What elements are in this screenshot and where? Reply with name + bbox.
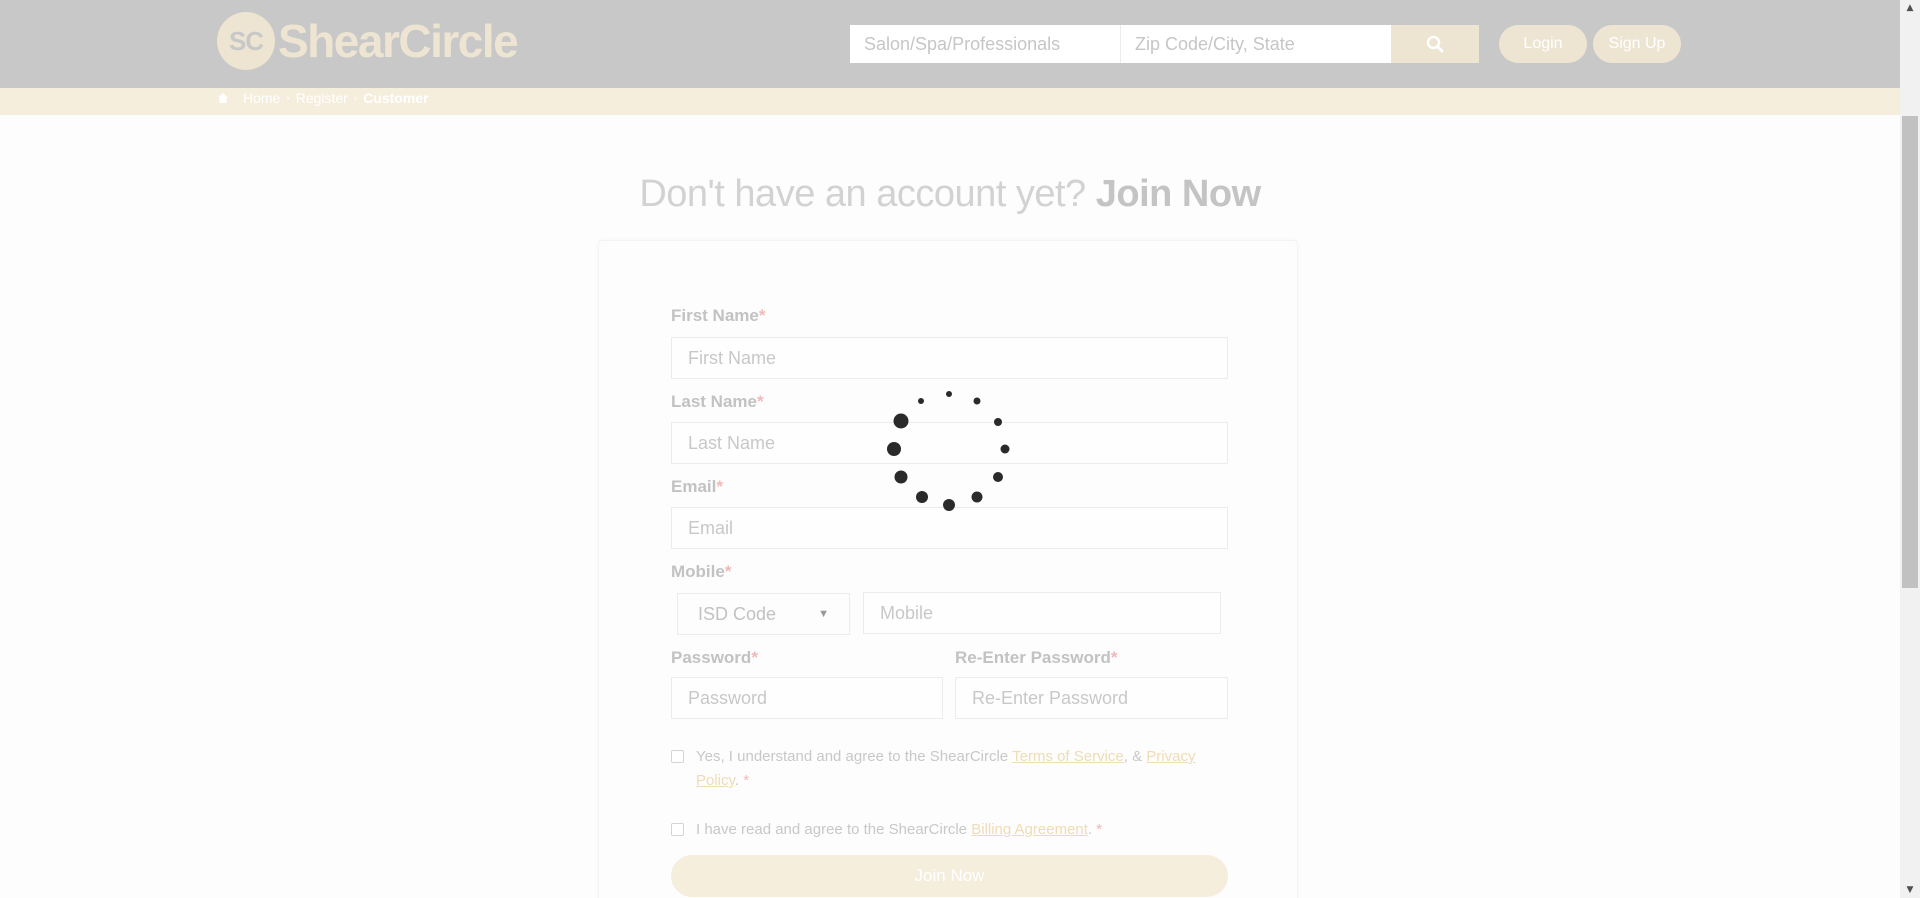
password-field[interactable]: Password: [671, 677, 943, 719]
email-label: Email*: [671, 477, 723, 496]
logo[interactable]: SC ShearCircle: [217, 12, 519, 70]
home-icon[interactable]: [217, 92, 229, 104]
scroll-down-arrow-icon[interactable]: ▼: [1900, 882, 1920, 898]
isd-code-value: ISD Code: [698, 603, 777, 624]
logo-mark: SC: [217, 12, 275, 70]
reenter-password-label: Re-Enter Password*: [955, 648, 1118, 667]
breadcrumb: Home › Register › Customer: [0, 88, 1900, 115]
breadcrumb-separator: ›: [353, 92, 358, 104]
last-name-label: Last Name*: [671, 392, 764, 411]
breadcrumb-register[interactable]: Register: [296, 90, 348, 106]
search-bar: [850, 25, 1479, 63]
mobile-field[interactable]: Mobile: [863, 592, 1221, 634]
logo-text: ShearCircle: [278, 15, 519, 67]
breadcrumb-separator: ›: [286, 92, 290, 104]
site-header: SC ShearCircle Login Sign Up: [0, 0, 1900, 88]
breadcrumb-home[interactable]: Home: [243, 90, 280, 106]
terms-agreement-text: Yes, I understand and agree to the Shear…: [696, 748, 1196, 789]
billing-agreement-link[interactable]: Billing Agreement: [971, 821, 1088, 838]
chevron-down-icon: ▼: [818, 608, 829, 620]
search-input[interactable]: [850, 25, 1121, 63]
page-title-bold: Join Now: [1095, 173, 1261, 215]
reenter-password-field[interactable]: Re-Enter Password: [955, 677, 1228, 719]
scroll-up-arrow-icon[interactable]: ▲: [1900, 0, 1920, 16]
search-button[interactable]: [1391, 25, 1479, 63]
terms-of-service-link[interactable]: Terms of Service: [1012, 748, 1124, 765]
join-now-button[interactable]: Join Now: [671, 855, 1228, 897]
signup-button[interactable]: Sign Up: [1593, 25, 1681, 63]
password-label: Password*: [671, 648, 758, 667]
isd-code-select[interactable]: ISD Code ▼: [677, 593, 850, 635]
billing-checkbox[interactable]: [671, 823, 684, 836]
scrollbar-thumb[interactable]: [1902, 116, 1918, 588]
billing-agreement-text: I have read and agree to the ShearCircle…: [696, 821, 1103, 838]
last-name-field[interactable]: Last Name: [671, 422, 1228, 464]
email-field[interactable]: Email: [671, 507, 1228, 549]
page-title: Don't have an account yet? Join Now: [0, 173, 1900, 216]
search-icon: [1426, 35, 1444, 53]
terms-checkbox[interactable]: [671, 750, 684, 763]
location-input[interactable]: [1121, 25, 1391, 63]
mobile-label: Mobile*: [671, 562, 732, 581]
first-name-label: First Name*: [671, 306, 766, 325]
first-name-field[interactable]: First Name: [671, 337, 1228, 379]
page-title-light: Don't have an account yet?: [639, 173, 1086, 215]
breadcrumb-current: Customer: [363, 90, 429, 106]
page-scrollbar[interactable]: ▲ ▼: [1900, 0, 1920, 898]
login-button[interactable]: Login: [1499, 25, 1587, 63]
